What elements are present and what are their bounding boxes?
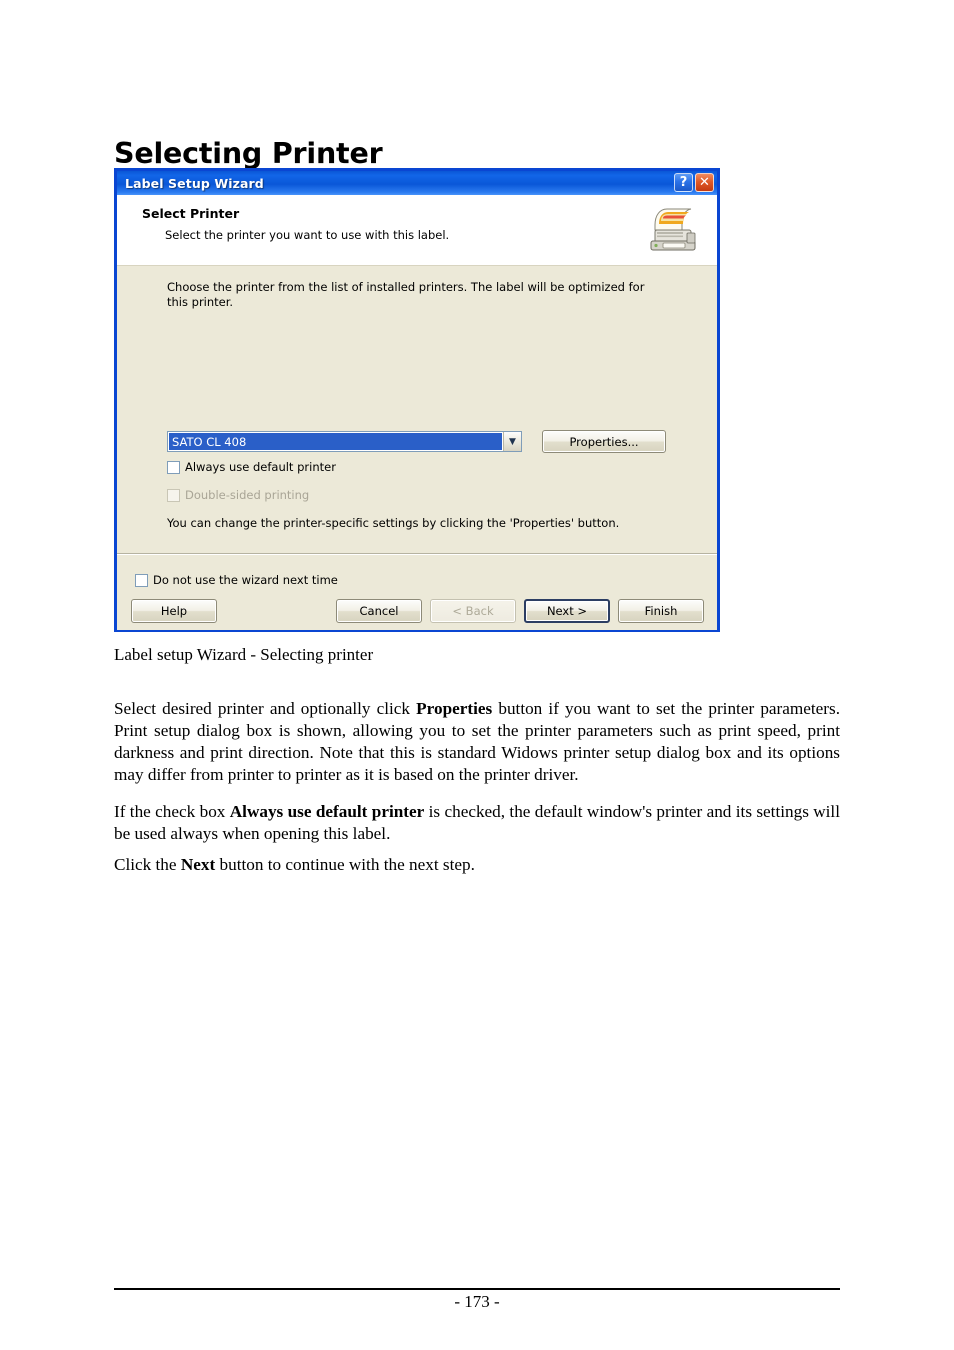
paragraph-3: Click the Next button to continue with t… xyxy=(114,854,840,876)
cancel-button[interactable]: Cancel xyxy=(336,599,422,623)
document-page: Selecting Printer Label Setup Wizard ? ✕… xyxy=(0,0,954,1350)
checkbox-box[interactable] xyxy=(135,573,148,587)
double-sided-printing-checkbox: Double-sided printing xyxy=(167,488,309,502)
p3-part-c: button to continue with the next step. xyxy=(215,855,475,875)
header-title: Select Printer xyxy=(142,206,240,221)
page-number: - 173 - xyxy=(454,1292,500,1311)
p3-bold-next: Next xyxy=(180,855,216,875)
p1-bold-properties: Properties xyxy=(416,699,493,719)
properties-button[interactable]: Properties... xyxy=(542,430,666,453)
page-title: Selecting Printer xyxy=(114,137,383,171)
footer-rule xyxy=(114,1288,840,1290)
body-note: You can change the printer-specific sett… xyxy=(167,516,620,530)
dialog-header: Select Printer Select the printer you wa… xyxy=(117,195,717,266)
do-not-use-wizard-checkbox[interactable]: Do not use the wizard next time xyxy=(135,573,338,587)
help-button[interactable]: Help xyxy=(131,599,217,623)
dialog-titlebar: Label Setup Wizard ? ✕ xyxy=(117,171,717,195)
finish-button[interactable]: Finish xyxy=(618,599,704,623)
body-instructions: Choose the printer from the list of inst… xyxy=(167,280,645,309)
paragraph-2: If the check box Always use default prin… xyxy=(114,801,840,845)
dialog-title: Label Setup Wizard xyxy=(125,175,264,191)
dialog-footer: Do not use the wizard next time Help Can… xyxy=(117,553,717,630)
label-setup-wizard-dialog: Label Setup Wizard ? ✕ Select Printer Se… xyxy=(114,168,720,632)
close-icon[interactable]: ✕ xyxy=(695,173,714,192)
chevron-down-icon[interactable]: ▼ xyxy=(503,432,521,451)
paragraph-1: Select desired printer and optionally cl… xyxy=(114,698,840,786)
header-subtitle: Select the printer you want to use with … xyxy=(165,228,450,242)
always-use-default-printer-checkbox[interactable]: Always use default printer xyxy=(167,460,336,474)
footer-button-bar: Help Cancel < Back Next > Finish xyxy=(117,599,717,623)
footer-separator xyxy=(117,553,717,555)
p3-part-a: Click the xyxy=(114,855,181,875)
printer-select[interactable]: SATO CL 408 ▼ xyxy=(167,431,522,452)
p2-part-a: If the check box xyxy=(114,802,230,822)
checkbox-label: Double-sided printing xyxy=(185,488,310,502)
checkbox-box xyxy=(167,488,180,502)
p2-bold-always-default: Always use default printer xyxy=(229,802,425,822)
next-button[interactable]: Next > xyxy=(524,599,610,623)
dialog-body: Choose the printer from the list of inst… xyxy=(117,266,717,553)
titlebar-buttons: ? ✕ xyxy=(674,173,714,192)
checkbox-label: Always use default printer xyxy=(185,460,336,474)
printer-select-value: SATO CL 408 xyxy=(169,433,502,450)
checkbox-label: Do not use the wizard next time xyxy=(153,573,338,587)
checkbox-box[interactable] xyxy=(167,460,180,474)
p1-part-a: Select desired printer and optionally cl… xyxy=(114,699,417,719)
back-button: < Back xyxy=(430,599,516,623)
figure-caption: Label setup Wizard - Selecting printer xyxy=(114,645,374,664)
help-icon[interactable]: ? xyxy=(674,173,693,192)
printer-icon xyxy=(647,203,701,255)
